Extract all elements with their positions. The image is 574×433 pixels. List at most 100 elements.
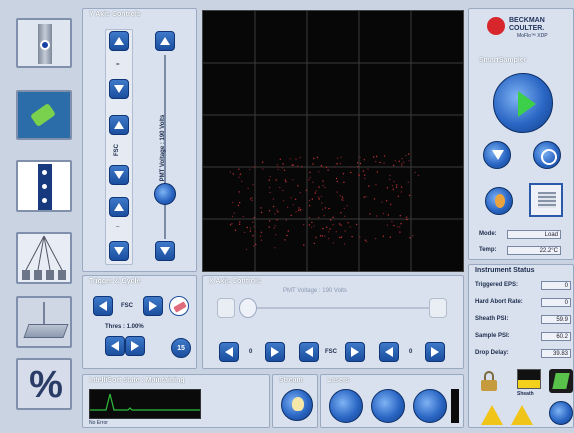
- status-label: Hard Abort Rate:: [475, 299, 523, 305]
- sampler-tube-button[interactable]: [529, 183, 563, 217]
- stream-label: Stream: [279, 377, 303, 384]
- event-dot: [301, 166, 303, 168]
- y-gain-down-button[interactable]: [109, 79, 129, 99]
- event-dot: [391, 220, 393, 223]
- event-dot: [417, 174, 420, 177]
- event-dot: [367, 168, 369, 170]
- event-dot: [376, 215, 378, 217]
- x-slider-hint: PMT Voltage : 190 Volts: [283, 288, 347, 294]
- sidebar-icon-cell[interactable]: [16, 90, 72, 140]
- sidebar-icon-nozzle[interactable]: [16, 18, 72, 68]
- x-param3-prev-button[interactable]: [379, 342, 399, 362]
- y-scale-down-button[interactable]: [109, 241, 129, 261]
- event-dot: [283, 169, 286, 171]
- event-dot: [398, 160, 400, 162]
- x-param1-prev-button[interactable]: [219, 342, 239, 362]
- x-param3-label: 0: [409, 349, 413, 355]
- x-param3-next-button[interactable]: [425, 342, 445, 362]
- event-dot: [318, 186, 320, 188]
- event-dot: [275, 234, 277, 236]
- trigger-param-next-button[interactable]: [143, 296, 163, 316]
- sampler-temp-button[interactable]: [485, 187, 513, 215]
- sidebar-icon-plate[interactable]: [16, 296, 72, 348]
- event-dot: [324, 186, 326, 189]
- laser-3-button[interactable]: [413, 389, 447, 423]
- event-dot: [359, 156, 361, 158]
- sampler-run-button[interactable]: [493, 73, 553, 133]
- event-dot: [325, 166, 328, 168]
- laser-1-button[interactable]: [329, 389, 363, 423]
- high-voltage-warning-icon: [481, 405, 503, 425]
- event-dot: [237, 204, 240, 207]
- event-dot: [383, 162, 385, 164]
- event-dot: [268, 220, 271, 222]
- event-dot: [279, 186, 281, 189]
- sampler-filter-button[interactable]: [483, 141, 511, 169]
- instrument-status-title: Instrument Status: [475, 267, 535, 274]
- pmt-down-button[interactable]: [155, 241, 175, 261]
- event-dot: [285, 219, 287, 221]
- y-scale-up-button[interactable]: [109, 197, 129, 217]
- y-param-down-button[interactable]: [109, 165, 129, 185]
- x-param2-prev-button[interactable]: [299, 342, 319, 362]
- dot-plot[interactable]: [202, 10, 464, 272]
- cycle-count-button[interactable]: 15: [171, 338, 191, 358]
- event-dot: [394, 159, 396, 162]
- x-slider-left-end[interactable]: [217, 298, 235, 318]
- event-dot: [320, 195, 322, 197]
- event-dot: [295, 211, 297, 213]
- event-dot: [232, 173, 234, 175]
- event-dot: [276, 164, 278, 166]
- threshold-decrease-button[interactable]: [105, 336, 125, 356]
- event-dot: [241, 180, 243, 182]
- event-dot: [308, 216, 311, 219]
- event-dot: [238, 223, 241, 225]
- status-flag-icon[interactable]: [549, 369, 573, 393]
- x-slider-thumb[interactable]: [239, 298, 257, 318]
- pmt-up-button[interactable]: [155, 31, 175, 51]
- event-dot: [339, 195, 341, 197]
- event-dot: [232, 201, 234, 203]
- status-value: 39.83: [541, 349, 571, 358]
- event-dot: [268, 186, 271, 189]
- x-slider-track[interactable]: [239, 307, 429, 309]
- x-param1-next-button[interactable]: [265, 342, 285, 362]
- event-dot: [405, 216, 408, 218]
- event-dot: [373, 156, 375, 158]
- y-gain-up-button[interactable]: [109, 31, 129, 51]
- event-dot: [300, 209, 302, 211]
- event-dot: [285, 181, 287, 183]
- event-dot: [290, 214, 292, 217]
- event-dot: [239, 221, 241, 223]
- y-param-up-button[interactable]: [109, 115, 129, 135]
- event-dot: [277, 166, 279, 168]
- lock-icon[interactable]: [481, 371, 497, 391]
- x-slider-right-end[interactable]: [429, 298, 447, 318]
- event-dot: [323, 215, 325, 217]
- sampler-agitate-button[interactable]: [533, 141, 561, 169]
- sidebar-icon-percent[interactable]: %: [16, 358, 72, 410]
- laser-2-button[interactable]: [371, 389, 405, 423]
- trigger-param-prev-button[interactable]: [93, 296, 113, 316]
- event-dot: [359, 162, 362, 165]
- sidebar-icon-sort-streams[interactable]: [16, 232, 72, 284]
- event-dot: [408, 153, 410, 155]
- pmt-slider-thumb[interactable]: [154, 183, 176, 205]
- status-label: Triggered EPS:: [475, 282, 519, 288]
- event-dot: [294, 198, 297, 200]
- event-dot: [335, 231, 337, 233]
- event-dot: [327, 169, 329, 171]
- x-param1-label: 0: [249, 349, 253, 355]
- stream-lightbulb-button[interactable]: [281, 389, 313, 421]
- event-dot: [284, 239, 286, 241]
- event-dot: [349, 226, 351, 228]
- event-dot: [351, 235, 353, 238]
- eraser-icon[interactable]: [169, 296, 189, 316]
- threshold-increase-button[interactable]: [125, 336, 145, 356]
- sidebar-icon-stream[interactable]: [16, 160, 72, 212]
- event-dot: [268, 210, 271, 212]
- mode-label: Mode:: [479, 231, 497, 237]
- status-refresh-button[interactable]: [549, 401, 573, 425]
- event-dot: [268, 226, 270, 228]
- x-param2-next-button[interactable]: [345, 342, 365, 362]
